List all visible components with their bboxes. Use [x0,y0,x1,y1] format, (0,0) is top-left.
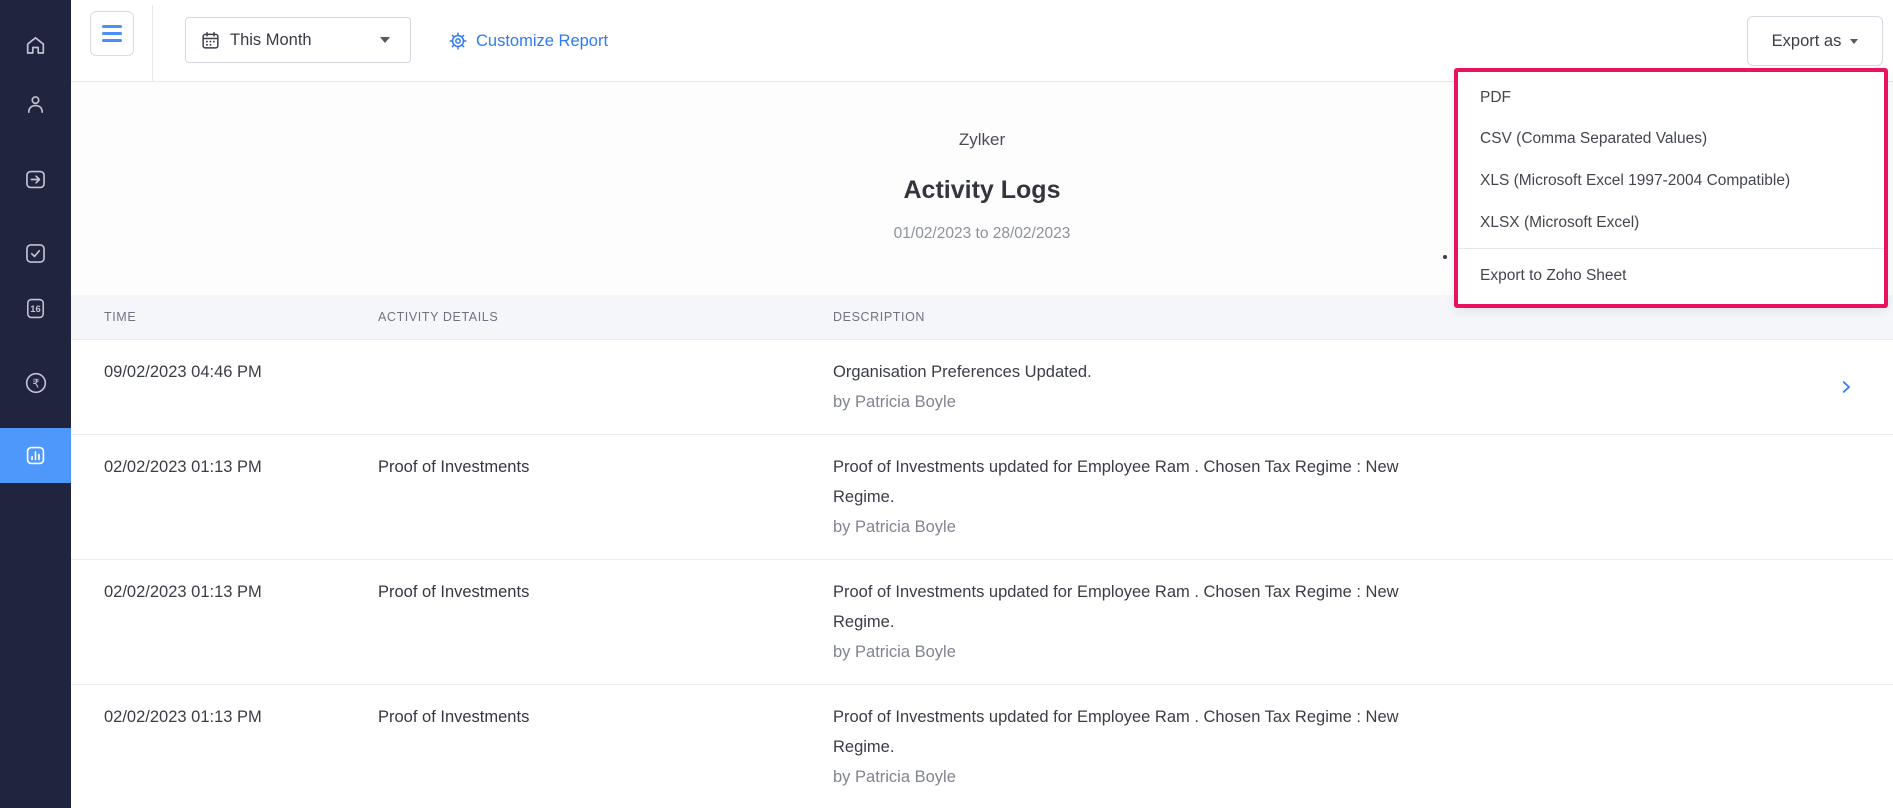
form16-icon: 16 [27,298,44,318]
chevron-right-icon[interactable] [1837,378,1855,396]
svg-text:₹: ₹ [32,376,40,390]
activity-log-table: TIME ACTIVITY DETAILS DESCRIPTION 09/02/… [71,295,1893,808]
sidebar-item-taxes[interactable]: ₹ [0,356,71,410]
topbar-divider [152,5,153,82]
sidebar-item-home[interactable] [0,18,71,72]
row-activity: Proof of Investments [378,583,530,601]
row-description: Organisation Preferences Updated. by Pat… [833,363,1092,411]
approvals-icon [26,243,45,263]
row-time: 02/02/2023 01:13 PM [104,708,262,726]
column-header-activity: ACTIVITY DETAILS [378,310,499,324]
table-row[interactable]: 09/02/2023 04:46 PM Organisation Prefere… [71,340,1893,435]
table-row[interactable]: 02/02/2023 01:13 PM Proof of Investments… [71,560,1893,685]
gear-icon [449,32,467,50]
period-selector[interactable]: This Month [185,17,411,63]
row-time: 02/02/2023 01:13 PM [104,583,262,601]
row-time: 02/02/2023 01:13 PM [104,458,262,476]
export-menu: PDF CSV (Comma Separated Values) XLS (Mi… [1454,68,1888,308]
export-menu-item-csv[interactable]: CSV (Comma Separated Values) [1458,119,1884,161]
sidebar-item-employees[interactable] [0,77,71,131]
sidebar-item-pay-runs[interactable] [0,152,71,206]
customize-report-label: Customize Report [476,31,609,50]
pay-runs-icon [26,170,45,188]
column-header-time: TIME [104,310,137,324]
export-menu-item-xls[interactable]: XLS (Microsoft Excel 1997-2004 Compatibl… [1458,160,1884,202]
svg-text:16: 16 [30,304,40,314]
row-activity: Proof of Investments [378,458,530,476]
chevron-down-icon [1850,38,1859,44]
period-selector-value: This Month [230,30,312,49]
chevron-down-icon [380,37,390,43]
table-row[interactable]: 02/02/2023 01:13 PM Proof of Investments… [71,685,1893,808]
export-menu-item-pdf[interactable]: PDF [1458,77,1884,119]
export-menu-item-zoho-sheet[interactable]: Export to Zoho Sheet [1458,249,1884,305]
sidebar-item-approvals[interactable] [0,226,71,280]
sidebar-item-reports[interactable] [0,428,71,483]
row-description: Proof of Investments updated for Employe… [833,708,1399,786]
menu-toggle-button[interactable] [90,11,134,56]
row-activity: Proof of Investments [378,708,530,726]
row-description: Proof of Investments updated for Employe… [833,583,1399,661]
bar-chart-icon [26,446,45,465]
export-menu-item-xlsx[interactable]: XLSX (Microsoft Excel) [1458,202,1884,244]
column-header-description: DESCRIPTION [833,310,926,324]
customize-report-link[interactable]: Customize Report [448,30,608,52]
calendar-icon [202,31,219,49]
home-icon [26,36,45,54]
sidebar: 16 ₹ [0,0,71,808]
export-as-label: Export as [1771,31,1842,50]
export-as-button[interactable]: Export as [1747,16,1883,66]
row-time: 09/02/2023 04:46 PM [104,363,262,381]
table-row[interactable]: 02/02/2023 01:13 PM Proof of Investments… [71,435,1893,560]
hamburger-icon [102,25,122,28]
employees-icon [28,95,44,113]
sidebar-item-form-16[interactable]: 16 [0,281,71,335]
row-description: Proof of Investments updated for Employe… [833,458,1399,536]
rupee-circle-icon: ₹ [25,372,46,394]
